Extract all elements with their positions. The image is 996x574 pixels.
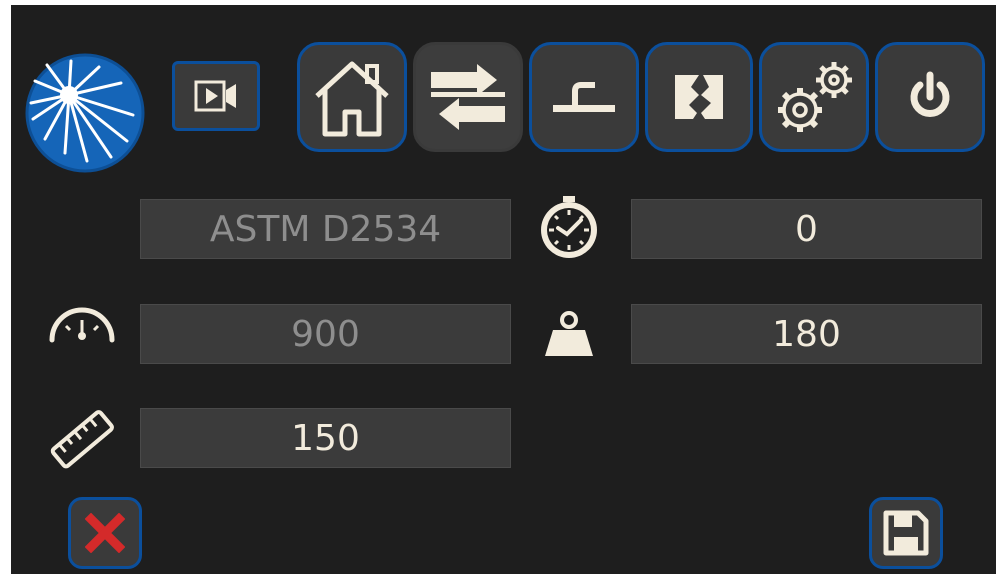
power-icon	[910, 71, 950, 117]
fracture-button[interactable]	[645, 42, 753, 152]
clock-icon	[541, 196, 597, 258]
swap-arrows-icon	[431, 64, 505, 130]
speed-field[interactable]: 900	[140, 304, 511, 364]
floppy-disk-icon	[883, 510, 929, 556]
burst-logo-icon	[25, 53, 145, 173]
settings-button[interactable]	[759, 42, 869, 152]
weight-icon	[545, 311, 593, 356]
video-button[interactable]	[172, 61, 260, 131]
probe-button[interactable]	[529, 42, 639, 152]
speedometer-icon	[49, 307, 115, 343]
time-field[interactable]: 0	[631, 199, 982, 259]
video-camera-icon	[194, 80, 236, 112]
swap-button[interactable]	[413, 42, 523, 152]
close-icon	[85, 513, 125, 553]
power-button[interactable]	[875, 42, 985, 152]
load-field[interactable]: 180	[631, 304, 982, 364]
length-field[interactable]: 150	[140, 408, 511, 468]
ruler-icon	[50, 410, 114, 469]
home-button[interactable]	[297, 42, 407, 152]
home-icon	[315, 61, 389, 137]
save-button[interactable]	[869, 497, 943, 569]
crack-icon	[675, 75, 723, 119]
cancel-button[interactable]	[68, 497, 142, 569]
probe-tool-icon	[553, 82, 615, 112]
standard-field[interactable]: ASTM D2534	[140, 199, 511, 259]
gears-icon	[778, 62, 852, 132]
